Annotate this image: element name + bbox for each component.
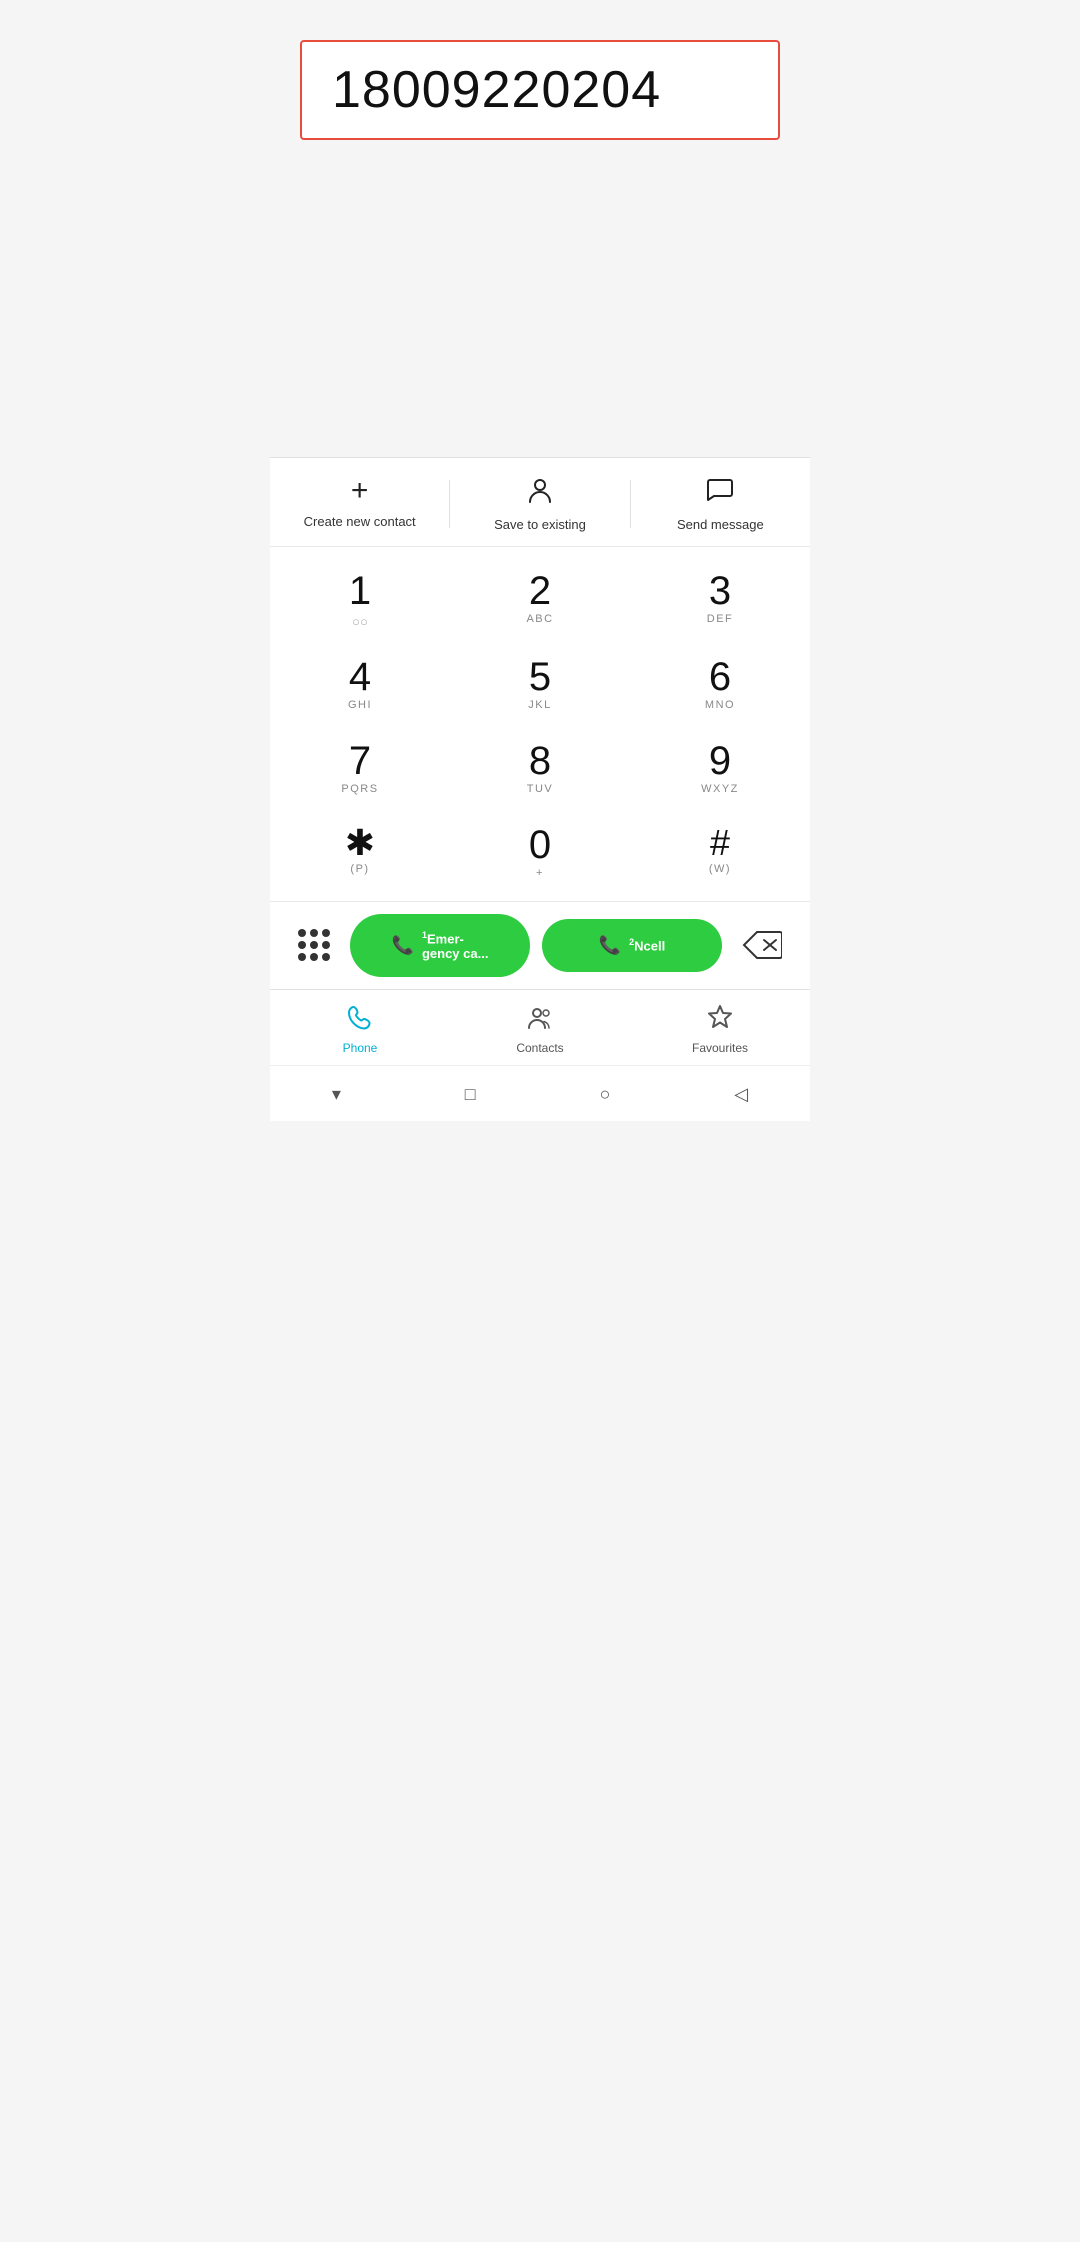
dial-star-main: ✱: [345, 825, 375, 861]
bottom-action-bar: 📞 1Emer- gency ca... 📞 2Ncell: [270, 901, 810, 989]
phone-number-box: 18009220204: [300, 40, 780, 140]
nav-contacts-label: Contacts: [516, 1041, 563, 1055]
dial-hash-sub: (W): [709, 863, 731, 877]
nav-phone[interactable]: Phone: [270, 1004, 450, 1055]
dial-key-0[interactable]: 0 +: [450, 811, 630, 891]
dial-key-8[interactable]: 8 TUV: [450, 727, 630, 807]
bottom-nav: Phone Contacts Favourites: [270, 989, 810, 1065]
dial-key-6[interactable]: 6 MNO: [630, 643, 810, 723]
dial-key-3[interactable]: 3 DEF: [630, 557, 810, 639]
dial-6-sub: MNO: [705, 699, 735, 713]
dial-key-1[interactable]: 1 ○○: [270, 557, 450, 639]
system-square-button[interactable]: □: [445, 1078, 496, 1111]
dot: [298, 929, 306, 937]
backspace-button[interactable]: [734, 922, 790, 968]
backspace-icon: [742, 930, 782, 960]
chat-icon: [706, 476, 734, 509]
ncell-call-label: 2Ncell: [629, 937, 665, 953]
dot: [322, 929, 330, 937]
ncell-call-button[interactable]: 📞 2Ncell: [542, 919, 722, 972]
nav-phone-label: Phone: [343, 1041, 378, 1055]
dial-key-hash[interactable]: # (W): [630, 811, 810, 891]
dot: [322, 941, 330, 949]
phone-nav-icon: [347, 1004, 373, 1037]
system-down-button[interactable]: ▾: [312, 1078, 361, 1111]
dial-9-sub: WXYZ: [701, 783, 739, 797]
phone-icon-emergency: 📞: [392, 935, 414, 956]
phone-icon-ncell: 📞: [599, 935, 621, 956]
dial-3-sub: DEF: [707, 613, 734, 627]
dial-4-main: 4: [349, 657, 371, 697]
contacts-nav-icon: [527, 1004, 553, 1037]
phone-number: 18009220204: [332, 61, 661, 119]
dial-9-main: 9: [709, 741, 731, 781]
dial-key-star[interactable]: ✱ (P): [270, 811, 450, 891]
nav-favourites[interactable]: Favourites: [630, 1004, 810, 1055]
dial-key-9[interactable]: 9 WXYZ: [630, 727, 810, 807]
system-circle-button[interactable]: ○: [579, 1078, 630, 1111]
dial-5-main: 5: [529, 657, 551, 697]
dot: [322, 953, 330, 961]
dot: [298, 953, 306, 961]
system-back-button[interactable]: ◁: [714, 1078, 768, 1111]
send-message-label: Send message: [677, 517, 764, 532]
dialpad: 1 ○○ 2 ABC 3 DEF 4 GHI 5 JKL 6 MNO 7 PQR…: [270, 546, 810, 901]
dial-key-5[interactable]: 5 JKL: [450, 643, 630, 723]
emergency-call-button[interactable]: 📞 1Emer- gency ca...: [350, 914, 530, 977]
emergency-call-label: 1Emer- gency ca...: [422, 930, 488, 961]
person-icon: [526, 476, 554, 509]
dial-8-main: 8: [529, 741, 551, 781]
dial-0-main: 0: [529, 825, 551, 865]
nav-contacts[interactable]: Contacts: [450, 1004, 630, 1055]
send-message-button[interactable]: Send message: [631, 476, 810, 532]
dial-key-7[interactable]: 7 PQRS: [270, 727, 450, 807]
dial-2-sub: ABC: [526, 613, 553, 627]
plus-icon: +: [351, 476, 369, 506]
dial-4-sub: GHI: [348, 699, 372, 713]
dot: [310, 953, 318, 961]
dial-6-main: 6: [709, 657, 731, 697]
save-to-existing-label: Save to existing: [494, 517, 586, 532]
dial-2-main: 2: [529, 571, 551, 611]
create-new-contact-label: Create new contact: [304, 514, 416, 529]
dial-key-4[interactable]: 4 GHI: [270, 643, 450, 723]
dial-7-sub: PQRS: [341, 783, 378, 797]
dial-key-2[interactable]: 2 ABC: [450, 557, 630, 639]
action-row: + Create new contact Save to existing Se…: [270, 457, 810, 546]
dial-hash-main: #: [710, 825, 730, 861]
dial-7-main: 7: [349, 741, 371, 781]
dial-1-main: 1: [349, 571, 371, 611]
dot: [310, 941, 318, 949]
dialpad-toggle-button[interactable]: [290, 921, 338, 969]
dial-1-sub: ○○: [352, 614, 368, 629]
dial-star-sub: (P): [350, 863, 369, 877]
spacer: [270, 230, 810, 457]
create-new-contact-button[interactable]: + Create new contact: [270, 476, 449, 532]
dialpad-row-2: 4 GHI 5 JKL 6 MNO: [270, 643, 810, 723]
save-to-existing-button[interactable]: Save to existing: [450, 476, 629, 532]
phone-display-area: 18009220204: [270, 0, 810, 230]
dot: [298, 941, 306, 949]
dial-0-sub: +: [536, 867, 544, 881]
star-nav-icon: [707, 1004, 733, 1037]
dial-5-sub: JKL: [528, 699, 551, 713]
system-nav: ▾ □ ○ ◁: [270, 1065, 810, 1121]
dial-3-main: 3: [709, 571, 731, 611]
dialpad-row-3: 7 PQRS 8 TUV 9 WXYZ: [270, 727, 810, 807]
dial-8-sub: TUV: [527, 783, 554, 797]
dialpad-row-1: 1 ○○ 2 ABC 3 DEF: [270, 557, 810, 639]
dot: [310, 929, 318, 937]
dialpad-row-4: ✱ (P) 0 + # (W): [270, 811, 810, 891]
nav-favourites-label: Favourites: [692, 1041, 748, 1055]
